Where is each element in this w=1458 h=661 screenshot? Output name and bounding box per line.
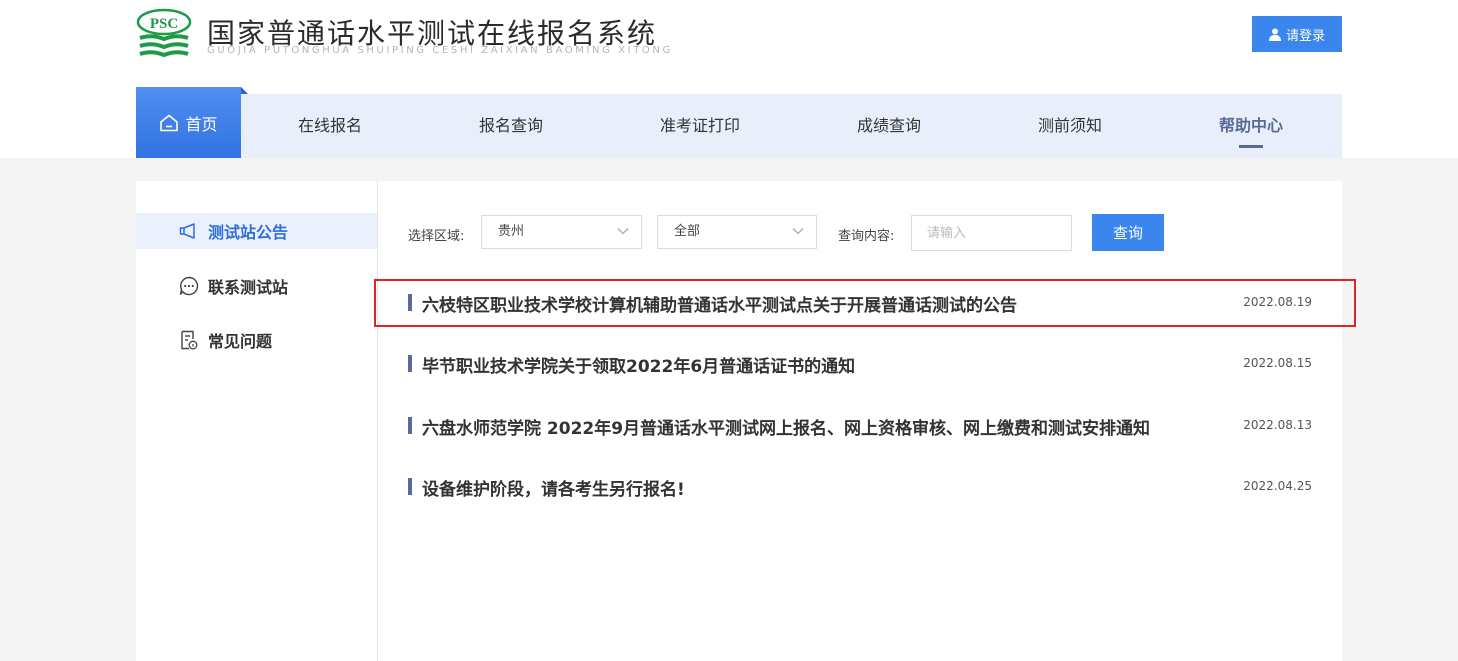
chevron-down-icon bbox=[792, 228, 804, 235]
nav-home-label: 首页 bbox=[185, 114, 218, 134]
main-nav: 首页 在线报名 报名查询 准考证打印 成绩查询 测前须知 帮助中心 bbox=[136, 87, 1342, 158]
login-label: 请登录 bbox=[1285, 28, 1325, 44]
notice-marker bbox=[408, 417, 412, 434]
notice-title: 毕节职业技术学院关于领取2022年6月普通话证书的通知 bbox=[422, 357, 856, 377]
notice-marker bbox=[408, 294, 412, 311]
notice-marker bbox=[408, 478, 412, 495]
svg-text:PSC: PSC bbox=[150, 16, 178, 32]
chat-bubble-icon bbox=[178, 275, 200, 297]
notice-date: 2022.08.19 bbox=[1243, 295, 1312, 309]
notice-date: 2022.08.15 bbox=[1243, 356, 1312, 370]
nav-admission-ticket-print[interactable]: 准考证打印 bbox=[660, 94, 740, 158]
nav-home[interactable]: 首页 bbox=[136, 87, 248, 158]
notice-date: 2022.04.25 bbox=[1243, 479, 1312, 493]
region-select-value: 贵州 bbox=[498, 224, 525, 239]
notice-title: 六盘水师范学院 2022年9月普通话水平测试网上报名、网上资格审核、网上缴费和测… bbox=[422, 419, 1151, 439]
megaphone-icon bbox=[178, 220, 200, 242]
query-label: 查询内容: bbox=[838, 229, 895, 244]
psc-logo: PSC bbox=[136, 8, 192, 58]
sidebar-item-label: 常见问题 bbox=[208, 332, 273, 351]
content-card: 测试站公告 联系测试站 常见问题 选择区域: 贵州 全部 查询内容: 请输入 查… bbox=[136, 181, 1342, 661]
nav-score-query[interactable]: 成绩查询 bbox=[857, 94, 921, 158]
tab-fold-decoration bbox=[241, 87, 248, 94]
nav-help-center[interactable]: 帮助中心 bbox=[1219, 94, 1283, 158]
notice-title: 设备维护阶段，请各考生另行报名! bbox=[422, 480, 685, 500]
notice-date: 2022.08.13 bbox=[1243, 418, 1312, 432]
notice-title: 六枝特区职业技术学校计算机辅助普通话水平测试点关于开展普通话测试的公告 bbox=[422, 296, 1017, 316]
notice-item[interactable]: 六盘水师范学院 2022年9月普通话水平测试网上报名、网上资格审核、网上缴费和测… bbox=[408, 414, 1312, 439]
search-input[interactable] bbox=[911, 215, 1072, 251]
region-select[interactable]: 贵州 bbox=[481, 215, 642, 249]
region-label: 选择区域: bbox=[408, 229, 465, 244]
category-select-value: 全部 bbox=[674, 224, 701, 239]
sidebar-item-label: 测试站公告 bbox=[208, 223, 289, 242]
site-subtitle: GUOJIA PUTONGHUA SHUIPING CESHI ZAIXIAN … bbox=[207, 45, 673, 56]
sidebar-item-test-station-notice[interactable]: 测试站公告 bbox=[136, 213, 377, 249]
nav-online-registration[interactable]: 在线报名 bbox=[298, 94, 362, 158]
chevron-down-icon bbox=[617, 228, 629, 235]
site-header: PSC 国家普通话水平测试在线报名系统 GUOJIA PUTONGHUA SHU… bbox=[0, 0, 1458, 158]
notice-item[interactable]: 毕节职业技术学院关于领取2022年6月普通话证书的通知 2022.08.15 bbox=[408, 352, 1312, 377]
home-icon bbox=[160, 114, 179, 131]
nav-pre-test-notes[interactable]: 测前须知 bbox=[1038, 94, 1102, 158]
user-icon bbox=[1268, 28, 1281, 41]
sidebar-item-label: 联系测试站 bbox=[208, 278, 289, 297]
sidebar: 测试站公告 联系测试站 常见问题 bbox=[136, 181, 378, 661]
nav-registration-query[interactable]: 报名查询 bbox=[479, 94, 543, 158]
sidebar-item-contact-station[interactable]: 联系测试站 bbox=[136, 268, 377, 304]
notice-marker bbox=[408, 355, 412, 372]
login-button[interactable]: 请登录 bbox=[1252, 16, 1342, 52]
document-question-icon bbox=[178, 329, 200, 351]
notice-item[interactable]: 设备维护阶段，请各考生另行报名! 2022.04.25 bbox=[408, 475, 1312, 500]
active-underline bbox=[1239, 145, 1263, 148]
nav-help-center-label: 帮助中心 bbox=[1219, 116, 1284, 135]
notice-item[interactable]: 六枝特区职业技术学校计算机辅助普通话水平测试点关于开展普通话测试的公告 2022… bbox=[408, 291, 1312, 316]
search-button[interactable]: 查询 bbox=[1092, 214, 1164, 251]
sidebar-item-faq[interactable]: 常见问题 bbox=[136, 322, 377, 358]
category-select[interactable]: 全部 bbox=[657, 215, 817, 249]
